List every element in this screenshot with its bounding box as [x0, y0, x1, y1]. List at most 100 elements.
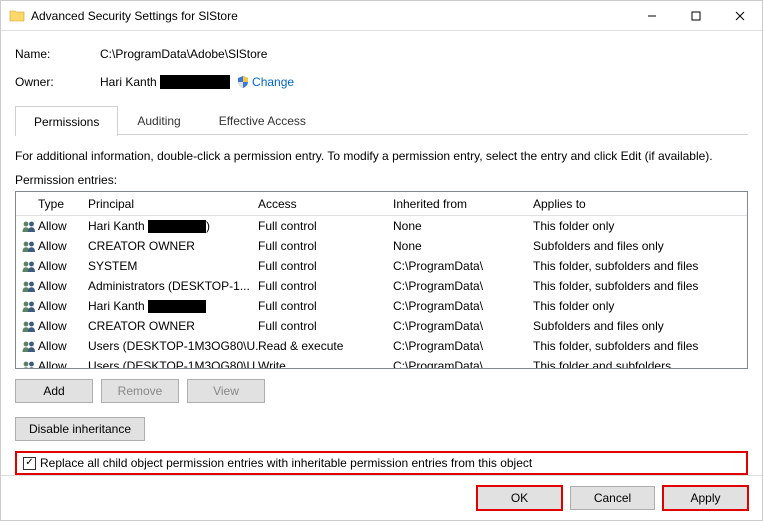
cell-type: Allow [38, 219, 88, 233]
table-row[interactable]: AllowAdministrators (DESKTOP-1...Full co… [16, 276, 747, 296]
cell-inherited: C:\ProgramData\ [393, 299, 533, 313]
cell-applies: This folder and subfolders [533, 359, 747, 368]
table-row[interactable]: AllowHari Kanth )Full controlNoneThis fo… [16, 216, 747, 236]
info-text: For additional information, double-click… [15, 149, 748, 163]
cell-principal: Users (DESKTOP-1M3OG80\U... [88, 339, 258, 353]
apply-button[interactable]: Apply [663, 486, 748, 510]
cell-principal: Users (DESKTOP-1M3OG80\U... [88, 359, 258, 368]
cell-type: Allow [38, 359, 88, 368]
cell-inherited: None [393, 239, 533, 253]
owner-label: Owner: [15, 75, 100, 89]
redacted-owner [160, 75, 230, 89]
cell-type: Allow [38, 259, 88, 273]
col-inherited-header[interactable]: Inherited from [393, 197, 533, 211]
cell-applies: This folder, subfolders and files [533, 259, 747, 273]
cell-inherited: C:\ProgramData\ [393, 259, 533, 273]
folder-icon [9, 8, 25, 24]
titlebar: Advanced Security Settings for SlStore [1, 1, 762, 31]
footer: OK Cancel Apply [1, 475, 762, 520]
table-row[interactable]: AllowUsers (DESKTOP-1M3OG80\U...Read & e… [16, 336, 747, 356]
window-controls [630, 1, 762, 30]
content-area: Name: C:\ProgramData\Adobe\SlStore Owner… [1, 31, 762, 475]
cell-applies: Subfolders and files only [533, 319, 747, 333]
cell-access: Full control [258, 319, 393, 333]
cell-principal: CREATOR OWNER [88, 239, 258, 253]
cell-inherited: C:\ProgramData\ [393, 319, 533, 333]
people-icon [20, 260, 38, 272]
tab-permissions[interactable]: Permissions [15, 106, 118, 136]
cell-applies: This folder only [533, 219, 747, 233]
cell-access: Read & execute [258, 339, 393, 353]
cell-principal: Administrators (DESKTOP-1... [88, 279, 258, 293]
remove-button[interactable]: Remove [101, 379, 179, 403]
owner-value: Hari Kanth [100, 75, 230, 90]
redacted-principal [148, 300, 206, 313]
cell-principal: CREATOR OWNER [88, 319, 258, 333]
owner-row: Owner: Hari Kanth Change [15, 73, 748, 91]
name-value: C:\ProgramData\Adobe\SlStore [100, 47, 267, 61]
cell-applies: This folder, subfolders and files [533, 279, 747, 293]
col-principal-header[interactable]: Principal [88, 197, 258, 211]
people-icon [20, 320, 38, 332]
cell-principal: SYSTEM [88, 259, 258, 273]
cell-inherited: None [393, 219, 533, 233]
cell-access: Full control [258, 219, 393, 233]
col-access-header[interactable]: Access [258, 197, 393, 211]
ok-button[interactable]: OK [477, 486, 562, 510]
table-row[interactable]: AllowCREATOR OWNERFull controlNoneSubfol… [16, 236, 747, 256]
col-applies-header[interactable]: Applies to [533, 197, 747, 211]
cell-applies: This folder, subfolders and files [533, 339, 747, 353]
change-owner-link[interactable]: Change [252, 75, 294, 89]
cell-principal: Hari Kanth [88, 299, 258, 313]
redacted-principal [148, 220, 206, 233]
cell-type: Allow [38, 239, 88, 253]
cell-access: Full control [258, 279, 393, 293]
people-icon [20, 280, 38, 292]
col-type-header[interactable]: Type [38, 197, 88, 211]
name-label: Name: [15, 47, 100, 61]
cell-inherited: C:\ProgramData\ [393, 339, 533, 353]
view-button[interactable]: View [187, 379, 265, 403]
disable-inheritance-button[interactable]: Disable inheritance [15, 417, 145, 441]
cell-inherited: C:\ProgramData\ [393, 279, 533, 293]
maximize-button[interactable] [674, 1, 718, 30]
people-icon [20, 220, 38, 232]
cell-access: Full control [258, 259, 393, 273]
people-icon [20, 240, 38, 252]
tab-effective-access[interactable]: Effective Access [200, 105, 325, 135]
cell-access: Write [258, 359, 393, 368]
cancel-button[interactable]: Cancel [570, 486, 655, 510]
grid-button-row: Add Remove View [15, 379, 748, 403]
cell-access: Full control [258, 299, 393, 313]
table-row[interactable]: AllowUsers (DESKTOP-1M3OG80\U...WriteC:\… [16, 356, 747, 368]
table-row[interactable]: AllowHari Kanth Full controlC:\ProgramDa… [16, 296, 747, 316]
grid-body[interactable]: AllowHari Kanth )Full controlNoneThis fo… [16, 216, 747, 368]
table-row[interactable]: AllowCREATOR OWNERFull controlC:\Program… [16, 316, 747, 336]
cell-applies: Subfolders and files only [533, 239, 747, 253]
replace-children-label: Replace all child object permission entr… [40, 456, 532, 470]
window-title: Advanced Security Settings for SlStore [31, 9, 630, 23]
cell-type: Allow [38, 319, 88, 333]
minimize-button[interactable] [630, 1, 674, 30]
cell-applies: This folder only [533, 299, 747, 313]
grid-header: Type Principal Access Inherited from App… [16, 192, 747, 216]
cell-access: Full control [258, 239, 393, 253]
replace-children-checkbox[interactable]: ✓ [23, 457, 36, 470]
shield-icon [236, 75, 250, 89]
tab-strip: Permissions Auditing Effective Access [15, 105, 748, 135]
close-button[interactable] [718, 1, 762, 30]
entries-label: Permission entries: [15, 173, 748, 187]
name-row: Name: C:\ProgramData\Adobe\SlStore [15, 45, 748, 63]
table-row[interactable]: AllowSYSTEMFull controlC:\ProgramData\Th… [16, 256, 747, 276]
permission-grid: Type Principal Access Inherited from App… [15, 191, 748, 369]
add-button[interactable]: Add [15, 379, 93, 403]
cell-inherited: C:\ProgramData\ [393, 359, 533, 368]
cell-type: Allow [38, 339, 88, 353]
people-icon [20, 300, 38, 312]
replace-children-row[interactable]: ✓ Replace all child object permission en… [15, 451, 748, 475]
cell-type: Allow [38, 299, 88, 313]
tab-auditing[interactable]: Auditing [118, 105, 199, 135]
people-icon [20, 360, 38, 368]
disable-inheritance-row: Disable inheritance [15, 417, 748, 441]
cell-type: Allow [38, 279, 88, 293]
